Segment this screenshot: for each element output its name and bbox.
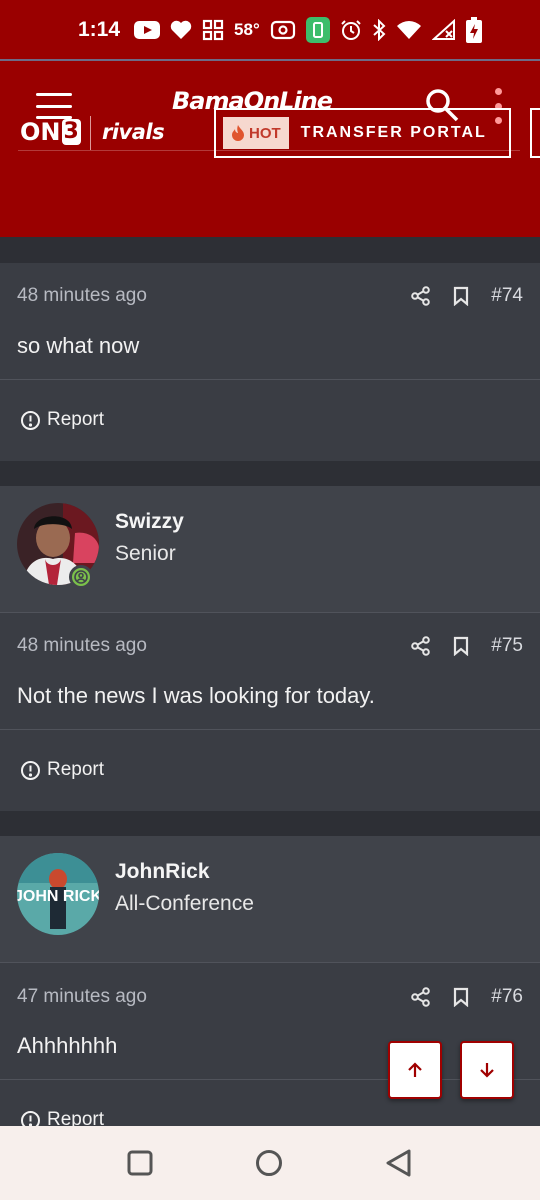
scroll-down-button[interactable]: [460, 1041, 514, 1099]
post-gap: [0, 237, 540, 263]
home-button[interactable]: [255, 1149, 283, 1182]
bluetooth-icon: [372, 19, 386, 41]
rivals-logo[interactable]: rivals: [102, 120, 165, 144]
wifi-icon: [396, 20, 422, 40]
grid-icon: [202, 19, 224, 41]
post-actions: #76: [411, 986, 523, 1008]
menu-line: [36, 93, 72, 96]
heart-icon: [170, 20, 192, 40]
post-divider: [0, 1079, 540, 1080]
report-button[interactable]: Report: [20, 759, 104, 781]
scroll-up-button[interactable]: [388, 1041, 442, 1099]
arrow-up-icon: [408, 1062, 422, 1077]
post-gap: [0, 811, 540, 836]
brand-divider: [90, 116, 91, 150]
share-icon[interactable]: [411, 987, 431, 1007]
post-body: Not the news I was looking for today.: [17, 683, 375, 708]
post-number[interactable]: #76: [491, 986, 523, 1008]
alarm-icon: [340, 19, 362, 41]
user-card: Swizzy Senior: [0, 486, 540, 612]
online-status-icon: [69, 565, 93, 589]
post-number[interactable]: #75: [491, 635, 523, 657]
post-76: 47 minutes ago #76 Ahhhhhhh Report: [0, 963, 540, 1130]
avatar[interactable]: JOHN RICK: [17, 853, 99, 935]
on3-logo-suffix: 3: [61, 119, 81, 145]
kebab-dot: [494, 88, 502, 95]
post-body: so what now: [17, 333, 140, 358]
menu-button[interactable]: [36, 93, 72, 119]
user-rank: Senior: [115, 542, 176, 565]
arrow-down-icon: [480, 1063, 494, 1078]
youtube-icon: [134, 21, 161, 39]
username[interactable]: Swizzy: [115, 510, 184, 534]
bookmark-icon[interactable]: [453, 286, 469, 306]
hot-label: HOT: [249, 124, 281, 142]
on3-logo-prefix: ON: [20, 118, 61, 146]
post-number[interactable]: #74: [491, 285, 523, 307]
battery-saver-icon: [305, 17, 330, 43]
on3-logo[interactable]: ON 3: [20, 118, 81, 146]
avatar-text: JOHN RICK: [17, 888, 99, 905]
alert-icon: [21, 410, 40, 430]
post-timestamp: 47 minutes ago: [17, 986, 147, 1007]
menu-line: [36, 104, 72, 108]
status-bar: 1:14 58°: [0, 0, 540, 60]
report-button[interactable]: Report: [20, 409, 104, 431]
flame-icon: [232, 125, 244, 141]
status-time: 1:14: [78, 18, 121, 41]
post-divider: [0, 379, 540, 380]
report-label: Report: [47, 409, 105, 430]
post-actions: #75: [411, 635, 523, 657]
post-timestamp: 48 minutes ago: [17, 285, 147, 306]
signal-icon: [431, 19, 456, 41]
share-icon[interactable]: [411, 286, 431, 306]
temperature-text: 58°: [234, 20, 260, 39]
alert-icon: [21, 760, 40, 780]
bookmark-icon[interactable]: [453, 636, 469, 656]
report-label: Report: [47, 759, 105, 780]
back-button[interactable]: [384, 1148, 412, 1183]
hot-badge: HOT: [223, 117, 289, 149]
post-divider: [0, 729, 540, 730]
post-timestamp: 48 minutes ago: [17, 635, 147, 656]
post-74: 48 minutes ago #74 so what now Report: [0, 263, 540, 461]
username[interactable]: JohnRick: [115, 860, 210, 884]
user-rank: All-Conference: [115, 892, 254, 915]
transfer-portal-link[interactable]: HOT TRANSFER PORTAL: [214, 108, 511, 158]
transfer-portal-label: TRANSFER PORTAL: [300, 124, 487, 141]
post-75: 48 minutes ago #75 Not the news I was lo…: [0, 613, 540, 811]
radio-icon: [270, 20, 296, 40]
bookmark-icon[interactable]: [453, 987, 469, 1007]
post-gap: [0, 461, 540, 486]
system-nav-bar: [0, 1126, 540, 1200]
share-icon[interactable]: [411, 636, 431, 656]
post-actions: #74: [411, 285, 523, 307]
user-card: JOHN RICK JohnRick All-Conference: [0, 836, 540, 962]
next-nav-chip[interactable]: [530, 108, 540, 158]
post-body: Ahhhhhhh: [17, 1033, 118, 1058]
recents-button[interactable]: [127, 1150, 153, 1181]
battery-charging-icon: [465, 17, 482, 43]
